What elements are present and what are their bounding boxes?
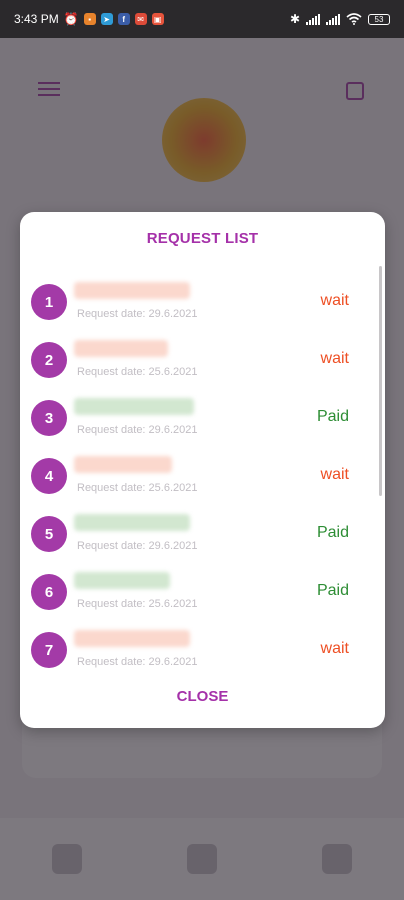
request-date: Request date: 29.6.2021 xyxy=(77,424,198,436)
app-icon: ▣ xyxy=(151,13,164,25)
request-status: Paid xyxy=(316,582,349,599)
request-date: Request date: 29.6.2021 xyxy=(77,540,198,552)
facebook-icon: f xyxy=(117,13,130,25)
request-name-redacted xyxy=(74,572,170,589)
request-number-badge: 3 xyxy=(31,400,67,436)
close-button[interactable]: CLOSE xyxy=(20,688,385,705)
request-date: Request date: 25.6.2021 xyxy=(77,366,198,378)
request-date: Request date: 29.6.2021 xyxy=(77,308,198,320)
request-number-badge: 7 xyxy=(31,632,67,668)
request-status: wait xyxy=(320,292,349,309)
request-name-redacted xyxy=(74,398,194,415)
request-number-badge: 6 xyxy=(31,574,67,610)
request-status: wait xyxy=(320,466,349,483)
request-number-badge: 2 xyxy=(31,342,67,378)
request-list-item[interactable]: 6 Request date: 25.6.2021 Paid xyxy=(20,564,385,622)
request-number-badge: 1 xyxy=(31,284,67,320)
request-status: Paid xyxy=(316,524,349,541)
request-date: Request date: 29.6.2021 xyxy=(77,656,198,668)
signal-icon xyxy=(306,13,320,25)
request-list[interactable]: 1 Request date: 29.6.2021 wait 2 Request dat… xyxy=(20,274,385,680)
request-list-item[interactable]: 3 Request date: 29.6.2021 Paid xyxy=(20,390,385,448)
request-name-redacted xyxy=(74,514,190,531)
request-number-badge: 4 xyxy=(31,458,67,494)
request-number-badge: 5 xyxy=(31,516,67,552)
status-time: 3:43 PM xyxy=(14,12,59,26)
request-status: wait xyxy=(320,640,349,657)
wifi-icon xyxy=(346,13,362,25)
bluetooth-icon: ✱ xyxy=(289,12,300,26)
mail-icon: ✉ xyxy=(134,13,147,25)
request-name-redacted xyxy=(74,456,172,473)
request-status: Paid xyxy=(316,408,349,425)
request-name-redacted xyxy=(74,340,168,357)
request-list-item[interactable]: 5 Request date: 29.6.2021 Paid xyxy=(20,506,385,564)
request-date: Request date: 25.6.2021 xyxy=(77,482,198,494)
request-list-item[interactable]: 4 Request date: 25.6.2021 wait xyxy=(20,448,385,506)
battery-icon: 53 xyxy=(368,13,390,25)
request-date: Request date: 25.6.2021 xyxy=(77,598,198,610)
dialog-title: REQUEST LIST xyxy=(146,230,259,247)
request-list-dialog: REQUEST LIST 1 Request date: 29.6.2021 wai… xyxy=(20,212,385,728)
request-list-item[interactable]: 1 Request date: 29.6.2021 wait xyxy=(20,274,385,332)
status-bar: 3:43 PM ⏰ ▪ ➤ f ✉ ▣ ✱ 53 xyxy=(0,0,404,38)
telegram-icon: ➤ xyxy=(100,13,113,25)
request-list-item[interactable]: 2 Request date: 25.6.2021 wait xyxy=(20,332,385,390)
signal-icon xyxy=(326,13,340,25)
scrollbar[interactable] xyxy=(379,266,382,496)
request-name-redacted xyxy=(74,630,190,647)
request-status: wait xyxy=(320,350,349,367)
request-name-redacted xyxy=(74,282,190,299)
alarm-icon: ⏰ xyxy=(63,12,79,26)
request-list-item[interactable]: 7 Request date: 29.6.2021 wait xyxy=(20,622,385,680)
chat-icon: ▪ xyxy=(83,13,96,25)
